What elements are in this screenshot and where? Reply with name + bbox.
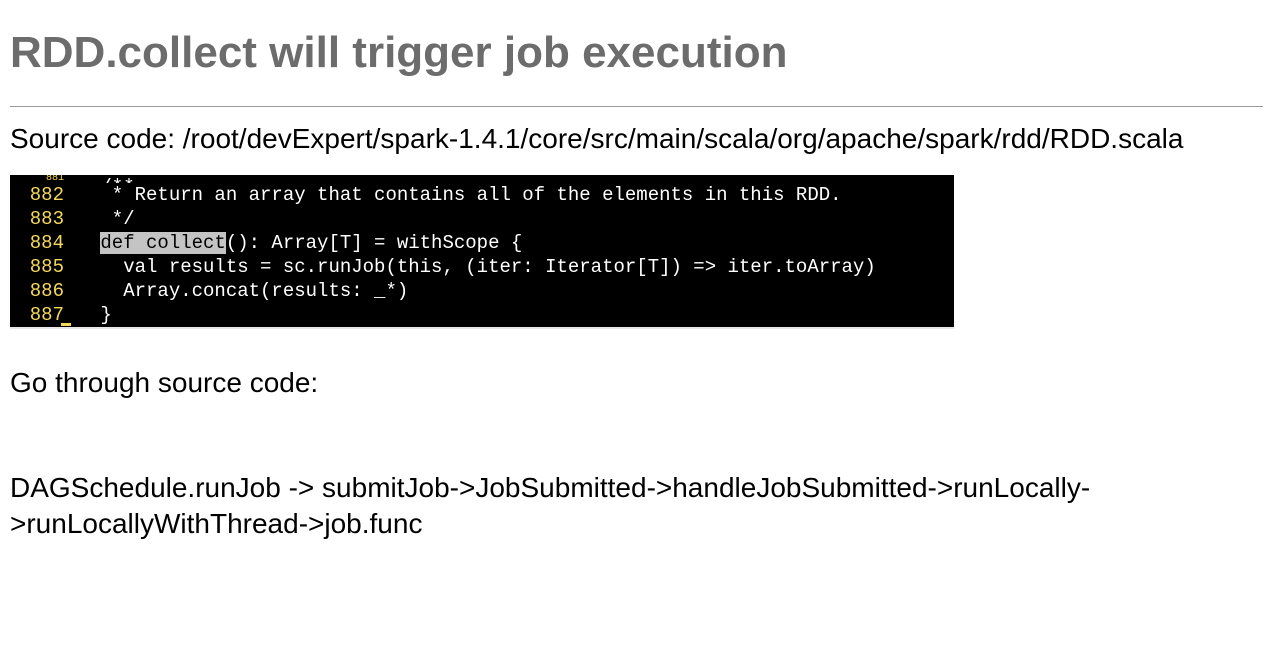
code-row: 882 * Return an array that contains all … bbox=[10, 183, 954, 207]
code-content: * Return an array that contains all of t… bbox=[69, 183, 842, 207]
code-row: 884 def collect(): Array[T] = withScope … bbox=[10, 231, 954, 255]
code-row: 885 val results = sc.runJob(this, (iter:… bbox=[10, 255, 954, 279]
code-content: } bbox=[69, 303, 112, 327]
line-number: 883 bbox=[10, 207, 68, 231]
line-number: 881 bbox=[10, 175, 68, 183]
flow-chain-text: DAGSchedule.runJob -> submitJob->JobSubm… bbox=[0, 402, 1273, 543]
code-content: val results = sc.runJob(this, (iter: Ite… bbox=[69, 255, 876, 279]
line-number: 884 bbox=[10, 231, 68, 255]
divider bbox=[10, 106, 1263, 107]
code-row: 881 /** bbox=[10, 175, 954, 183]
code-row: 887 } bbox=[10, 303, 954, 327]
highlighted-code: def collect bbox=[100, 232, 225, 254]
source-path: Source code: /root/devExpert/spark-1.4.1… bbox=[0, 121, 1273, 157]
cursor-mark bbox=[61, 323, 71, 326]
page-heading: RDD.collect will trigger job execution bbox=[0, 0, 1273, 96]
code-row: 883 */ bbox=[10, 207, 954, 231]
line-number: 882 bbox=[10, 183, 68, 207]
line-number: 887 bbox=[10, 303, 68, 327]
code-content: /** bbox=[69, 175, 135, 183]
code-row: 886 Array.concat(results: _*) bbox=[10, 279, 954, 303]
code-content: */ bbox=[69, 207, 135, 231]
code-content: Array.concat(results: _*) bbox=[69, 279, 408, 303]
line-number: 885 bbox=[10, 255, 68, 279]
code-block: 881 /**882 * Return an array that contai… bbox=[10, 175, 954, 329]
code-content: def collect(): Array[T] = withScope { bbox=[69, 231, 522, 255]
line-number: 886 bbox=[10, 279, 68, 303]
go-through-text: Go through source code: bbox=[0, 347, 1273, 401]
